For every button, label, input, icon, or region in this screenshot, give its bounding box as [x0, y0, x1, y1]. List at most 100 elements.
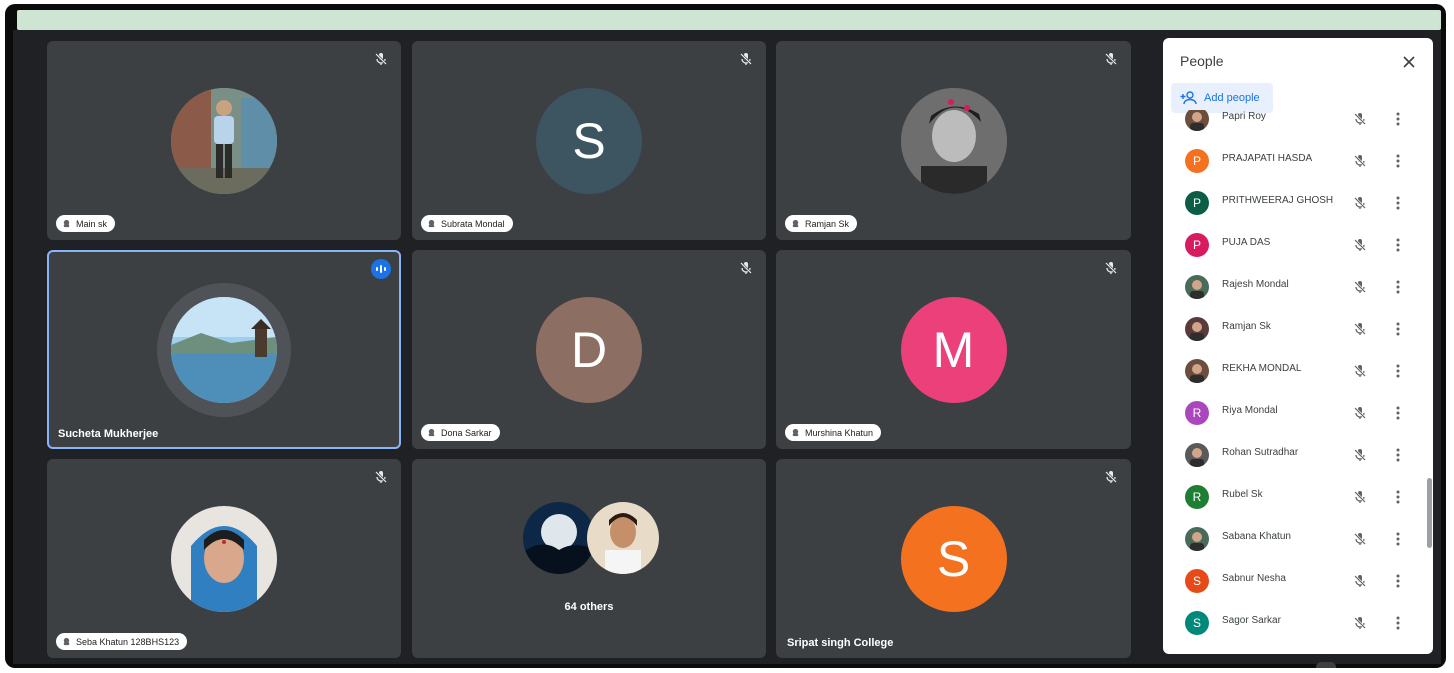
avatar-letter: R	[1192, 490, 1202, 504]
participant-name: Dona Sarkar	[441, 427, 492, 438]
more-options-icon[interactable]	[1392, 195, 1404, 211]
participant-list-name: PRITHWEERAJ GHOSH	[1222, 195, 1334, 206]
participant-list-item[interactable]: R Rubel Sk	[1163, 476, 1425, 518]
avatar-letter: P	[1192, 196, 1201, 210]
participant-list-item[interactable]: Rohan Sutradhar	[1163, 434, 1425, 476]
participant-photo	[900, 87, 1007, 194]
mic-off-icon[interactable]	[1352, 405, 1368, 421]
participant-name-tag: Subrata Mondal	[421, 215, 513, 232]
participant-name-tag: Murshina Khatun	[785, 424, 882, 441]
participant-photo	[171, 505, 277, 612]
participant-list-name: Rohan Sutradhar	[1222, 447, 1299, 458]
participant-list-name: Ramjan Sk	[1222, 321, 1271, 332]
mic-off-icon[interactable]	[1352, 237, 1368, 253]
participant-photo	[1185, 110, 1209, 131]
mic-off-icon[interactable]	[1352, 573, 1368, 589]
participant-initial-avatar: R	[1185, 485, 1209, 509]
avatar-letter: M	[932, 321, 975, 378]
mic-off-icon[interactable]	[1352, 363, 1368, 379]
more-options-icon[interactable]	[1392, 489, 1404, 505]
more-options-icon[interactable]	[1392, 153, 1404, 169]
pin-icon	[428, 428, 435, 437]
participant-name-tag: Dona Sarkar	[421, 424, 500, 441]
more-options-icon[interactable]	[1392, 405, 1404, 421]
participant-tile[interactable]: S Subrata Mondal	[412, 41, 766, 240]
mic-off-icon	[1105, 53, 1117, 65]
participant-list-item[interactable]: R Riya Mondal	[1163, 392, 1425, 434]
participant-name: Sripat singh College	[787, 637, 894, 649]
close-panel-button[interactable]	[1399, 52, 1419, 72]
participant-tile[interactable]: Ramjan Sk	[776, 41, 1131, 240]
add-people-label: Add people	[1204, 92, 1260, 104]
more-options-icon[interactable]	[1392, 321, 1404, 337]
participant-list-item[interactable]: Sabana Khatun	[1163, 518, 1425, 560]
avatar-letter: P	[1192, 238, 1201, 252]
more-options-icon[interactable]	[1392, 237, 1404, 253]
participant-tile[interactable]: D Dona Sarkar	[412, 250, 766, 449]
participant-list-item[interactable]: P PRAJAPATI HASDA	[1163, 140, 1425, 182]
participant-initial-avatar: R	[1185, 401, 1209, 425]
mic-off-icon[interactable]	[1352, 279, 1368, 295]
participant-list-item[interactable]: Papri Roy	[1163, 110, 1425, 140]
participant-list-item[interactable]: S Sabnur Nesha	[1163, 560, 1425, 602]
participant-list: Papri Roy P PRAJAPATI HASDA P PRITHWEERAJ GH…	[1163, 110, 1425, 654]
participant-tile[interactable]: S Sripat singh College	[776, 459, 1131, 658]
participant-tile-active-speaker[interactable]: Sucheta Mukherjee	[47, 250, 401, 449]
mic-off-icon	[375, 471, 387, 483]
participant-list-item[interactable]: Ramjan Sk	[1163, 308, 1425, 350]
participant-tile[interactable]: M Murshina Khatun	[776, 250, 1131, 449]
participant-list-name: REKHA MONDAL	[1222, 363, 1302, 374]
add-people-button[interactable]: Add people	[1171, 83, 1273, 113]
participant-initial-avatar: S	[1185, 569, 1209, 593]
mic-off-icon[interactable]	[1352, 111, 1368, 127]
pin-icon	[63, 637, 70, 646]
mic-off-icon[interactable]	[1352, 153, 1368, 169]
mic-off-icon[interactable]	[1352, 447, 1368, 463]
participant-initial-avatar: P	[1185, 233, 1209, 257]
mic-off-icon[interactable]	[1352, 489, 1368, 505]
mic-off-icon	[1105, 471, 1117, 483]
participant-list-item[interactable]: P PRITHWEERAJ GHOSH	[1163, 182, 1425, 224]
pin-icon	[792, 428, 799, 437]
more-options-icon[interactable]	[1392, 279, 1404, 295]
participant-list-item[interactable]: REKHA MONDAL	[1163, 350, 1425, 392]
speaking-indicator-icon	[371, 259, 391, 279]
panel-title: People	[1180, 53, 1224, 69]
participant-photo	[1185, 275, 1209, 299]
avatar-letter: D	[570, 321, 608, 378]
more-options-icon[interactable]	[1392, 111, 1404, 127]
participant-tile[interactable]: Seba Khatun 128BHS123	[47, 459, 401, 658]
participant-initial-avatar: S	[900, 505, 1007, 612]
participant-list-scrollbar[interactable]	[1427, 478, 1432, 548]
more-options-icon[interactable]	[1392, 363, 1404, 379]
participant-tile[interactable]: Main sk	[47, 41, 401, 240]
people-panel: People Add people Papri Roy P PRAJAPATI HA…	[1163, 38, 1433, 654]
pin-icon	[63, 219, 70, 228]
more-options-icon[interactable]	[1392, 447, 1404, 463]
more-options-icon[interactable]	[1392, 573, 1404, 589]
participant-photo	[1185, 359, 1209, 383]
mic-off-icon	[1105, 262, 1117, 274]
avatar-letter: S	[936, 530, 971, 587]
participant-list-item[interactable]: P PUJA DAS	[1163, 224, 1425, 266]
mic-off-icon[interactable]	[1352, 321, 1368, 337]
mic-off-icon	[740, 53, 752, 65]
more-options-icon[interactable]	[1392, 531, 1404, 547]
others-count-label: 64 others	[564, 601, 614, 613]
mic-off-icon[interactable]	[1352, 195, 1368, 211]
participant-photo	[1185, 317, 1209, 341]
mic-off-icon[interactable]	[1352, 531, 1368, 547]
mic-off-icon[interactable]	[1352, 615, 1368, 631]
participant-name: Sucheta Mukherjee	[58, 428, 159, 440]
participant-list-item[interactable]: S Sagor Sarkar	[1163, 602, 1425, 644]
others-tile[interactable]: 64 others	[412, 459, 766, 658]
participant-list-name: Sabana Khatun	[1222, 531, 1291, 542]
participant-initial-avatar: S	[536, 87, 642, 194]
participant-list-name: Sabnur Nesha	[1222, 573, 1286, 584]
avatar-letter: P	[1192, 154, 1201, 168]
participant-list-item[interactable]: Rajesh Mondal	[1163, 266, 1425, 308]
participant-list-name: Rajesh Mondal	[1222, 279, 1289, 290]
avatar-letter: S	[1192, 616, 1201, 630]
more-options-icon[interactable]	[1392, 615, 1404, 631]
participant-initial-avatar: S	[1185, 611, 1209, 635]
